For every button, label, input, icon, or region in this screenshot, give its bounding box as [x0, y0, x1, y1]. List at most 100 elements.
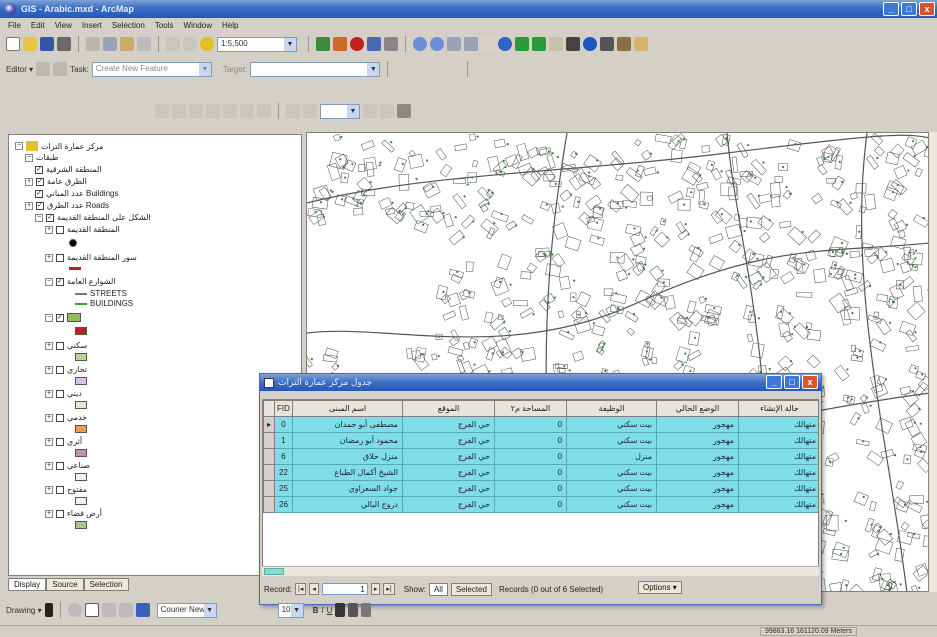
italic-button[interactable]: I — [321, 606, 323, 615]
table-cell[interactable]: 1 — [274, 432, 293, 449]
row-selector[interactable] — [263, 448, 275, 465]
measure-icon[interactable] — [617, 37, 631, 51]
table-cell[interactable]: محمود أبو رمضان — [292, 432, 403, 449]
print-preview-icon[interactable] — [397, 104, 411, 118]
tab-display[interactable]: Display — [8, 578, 47, 591]
current-row-marker[interactable]: ▸ — [263, 416, 275, 433]
previous-extent-page-icon[interactable] — [257, 104, 271, 118]
table-cell[interactable]: حي الفرج — [402, 432, 495, 449]
table-cell[interactable]: 0 — [494, 496, 567, 513]
add-data-icon[interactable] — [200, 37, 214, 51]
tab-source[interactable]: Source — [46, 578, 84, 591]
line-color-icon[interactable] — [361, 603, 372, 617]
rotate-icon[interactable] — [446, 62, 461, 76]
table-cell[interactable]: 0 — [494, 416, 567, 433]
rotate-element-icon[interactable] — [67, 603, 82, 617]
new-document-icon[interactable] — [6, 37, 20, 51]
union-icon[interactable] — [475, 62, 490, 76]
table-cell[interactable]: 25 — [274, 480, 293, 497]
table-cell[interactable]: منزل — [566, 448, 657, 465]
redo-icon[interactable] — [183, 37, 197, 51]
table-cell[interactable]: 0 — [494, 480, 567, 497]
table-cell[interactable]: متهالك — [738, 432, 818, 449]
toc-layer-roads[interactable]: + ✓ الطرق عامة — [25, 177, 87, 186]
row-selector[interactable] — [263, 496, 275, 513]
arcgis-help-icon[interactable] — [350, 37, 364, 51]
table-horizontal-scrollbar[interactable] — [262, 566, 819, 576]
minimize-button[interactable]: _ — [883, 2, 899, 16]
table-cell[interactable]: متهالك — [738, 464, 818, 481]
arctoolbox-icon[interactable] — [333, 37, 347, 51]
pan-page-icon[interactable] — [189, 104, 203, 118]
print-icon[interactable] — [57, 37, 71, 51]
table-cell[interactable]: حي الفرج — [402, 480, 495, 497]
toc-layer-streets[interactable]: − ✓ الشوارع العامة — [45, 277, 116, 286]
change-layout-icon[interactable] — [380, 104, 394, 118]
fixed-zoom-in-icon[interactable] — [447, 37, 461, 51]
table-cell[interactable]: مصطفى أبو حمدان — [292, 416, 403, 433]
table-cell[interactable]: بيت سكني — [566, 416, 657, 433]
row-selector[interactable] — [263, 480, 275, 497]
toc-layer-commercial[interactable]: + تجاري — [45, 365, 87, 374]
clip-icon[interactable] — [509, 62, 524, 76]
font-size-combo[interactable]: 10 ▼ — [277, 602, 304, 618]
font-combo[interactable]: Courier New ▼ — [156, 602, 217, 618]
attribute-table-titlebar[interactable]: جدول مركز عمارة التراث _ □ x — [260, 374, 821, 391]
table-cell[interactable]: 0 — [494, 432, 567, 449]
menu-window[interactable]: Window — [184, 21, 212, 30]
find-icon[interactable] — [600, 37, 614, 51]
table-cell[interactable]: بيت سكني — [566, 480, 657, 497]
toc-layer-oldarea[interactable]: + المنطقة القديمة — [45, 225, 120, 234]
toc-layer-heritage[interactable]: + أثري — [45, 437, 82, 446]
toc-layer-services[interactable]: + خدمي — [45, 413, 87, 422]
toc-layer-residential[interactable]: + سكني — [45, 341, 87, 350]
toc-layer-industrial[interactable]: + صناعي — [45, 461, 90, 470]
table-cell[interactable]: متهالك — [738, 496, 818, 513]
table-cell[interactable]: 6 — [274, 448, 293, 465]
table-row[interactable]: ▸ 0 مصطفى أبو حمدان حي الفرج 0 بيت سكني … — [263, 416, 818, 433]
toc-layer-buildings[interactable]: ✓ عدد المباني Buildings — [35, 189, 118, 198]
attributes-icon[interactable] — [395, 62, 410, 76]
table-close-button[interactable]: x — [802, 375, 818, 389]
hyperlink-icon[interactable] — [634, 37, 648, 51]
column-header[interactable]: الوضع الحالي — [656, 400, 739, 417]
toggle-draft-icon[interactable] — [303, 104, 317, 118]
maximize-button[interactable]: □ — [901, 2, 917, 16]
forward-extent-icon[interactable] — [532, 37, 546, 51]
undo-icon[interactable] — [166, 37, 180, 51]
whats-this-icon[interactable] — [384, 37, 398, 51]
menu-selection[interactable]: Selection — [112, 21, 145, 30]
next-extent-page-icon[interactable] — [286, 104, 300, 118]
zoom-whole-page-icon[interactable] — [206, 104, 220, 118]
model-builder-icon[interactable] — [367, 37, 381, 51]
menu-view[interactable]: View — [55, 21, 72, 30]
table-cell[interactable]: حي الفرج — [402, 448, 495, 465]
fill-color-icon[interactable] — [348, 603, 359, 617]
map-vertical-scrollbar[interactable] — [929, 132, 937, 592]
zoom-100-icon[interactable] — [223, 104, 237, 118]
options-button[interactable]: Options ▾ — [638, 581, 682, 594]
zoom-out-icon[interactable] — [430, 37, 444, 51]
table-cell[interactable]: حي الفرج — [402, 496, 495, 513]
previous-record-button[interactable]: ◂ — [309, 583, 319, 595]
zoom-in-icon[interactable] — [413, 37, 427, 51]
table-cell[interactable]: مهجور — [656, 464, 739, 481]
first-record-button[interactable]: |◂ — [295, 583, 307, 595]
table-cell[interactable]: مهجور — [656, 432, 739, 449]
toc-layer-vacant[interactable]: + أرض فضاء — [45, 509, 102, 518]
table-cell[interactable]: دروج البالي — [292, 496, 403, 513]
full-extent-icon[interactable] — [498, 37, 512, 51]
zoom-out-page-icon[interactable] — [172, 104, 186, 118]
editor-menu[interactable]: Editor ▾ — [6, 65, 33, 74]
table-row[interactable]: 1 محمود أبو رمضان حي الفرج 0 بيت سكني مه… — [263, 432, 818, 449]
table-cell[interactable]: 22 — [274, 464, 293, 481]
copy-icon[interactable] — [103, 37, 117, 51]
toc-layer-wall[interactable]: + سور المنطقة القديمة — [45, 253, 137, 262]
delete-icon[interactable] — [137, 37, 151, 51]
table-cell[interactable]: مهجور — [656, 496, 739, 513]
drawing-menu[interactable]: Drawing ▾ — [6, 606, 42, 615]
menu-tools[interactable]: Tools — [155, 21, 174, 30]
toc-root[interactable]: − مركز عمارة الترات — [15, 141, 104, 151]
paste-icon[interactable] — [120, 37, 134, 51]
table-row[interactable]: 26 دروج البالي حي الفرج 0 بيت سكني مهجور… — [263, 496, 818, 513]
